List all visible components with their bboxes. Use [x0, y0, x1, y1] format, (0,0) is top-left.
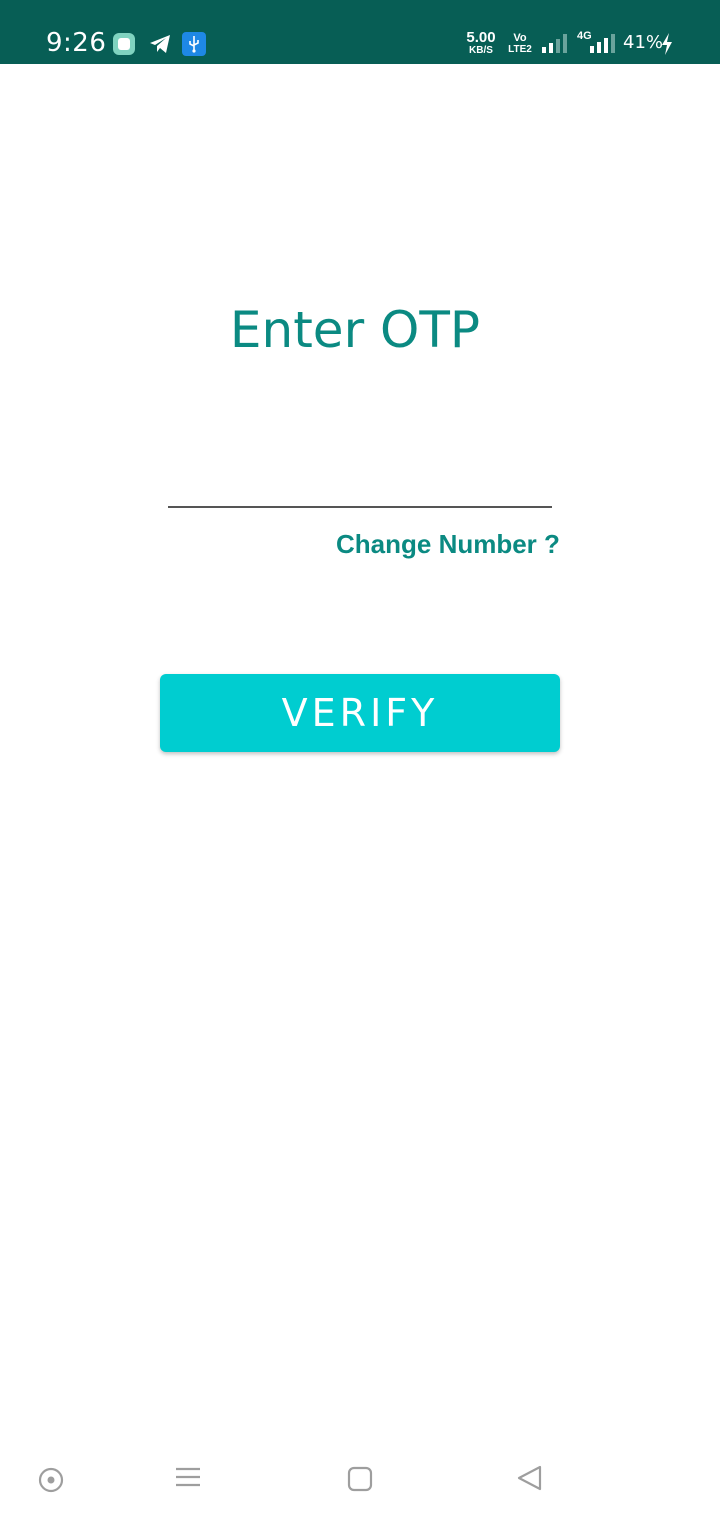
- home-icon[interactable]: [340, 1460, 380, 1500]
- change-number-link[interactable]: Change Number ?: [336, 528, 560, 560]
- navigation-bar: [0, 1440, 720, 1520]
- otp-screen: 9:26 5.00 KB/S Vo LTE2 4G 41% Enter OTP …: [0, 0, 720, 1520]
- battery-percent: 41%: [623, 32, 664, 53]
- status-bar: 9:26 5.00 KB/S Vo LTE2 4G 41%: [0, 0, 720, 64]
- signal-icon: [590, 34, 615, 53]
- verify-button[interactable]: VERIFY: [160, 674, 560, 752]
- volte-bottom: LTE2: [508, 44, 532, 55]
- assistant-icon[interactable]: [31, 1460, 71, 1500]
- page-title: Enter OTP: [229, 301, 481, 359]
- otp-input[interactable]: [168, 460, 552, 508]
- network-speed-unit: KB/S: [469, 45, 493, 56]
- telegram-icon: [150, 35, 170, 53]
- charging-icon: [662, 33, 672, 55]
- menu-icon[interactable]: [168, 1460, 208, 1500]
- signal-icon: [542, 34, 567, 53]
- network-speed: 5.00 KB/S: [462, 30, 500, 56]
- volte-indicator: Vo LTE2: [506, 32, 534, 56]
- back-icon[interactable]: [510, 1460, 550, 1500]
- app-icon: [113, 33, 135, 55]
- status-time: 9:26: [46, 28, 107, 58]
- usb-icon: [182, 32, 206, 56]
- volte-top: Vo: [513, 32, 527, 44]
- network-speed-value: 5.00: [466, 29, 496, 46]
